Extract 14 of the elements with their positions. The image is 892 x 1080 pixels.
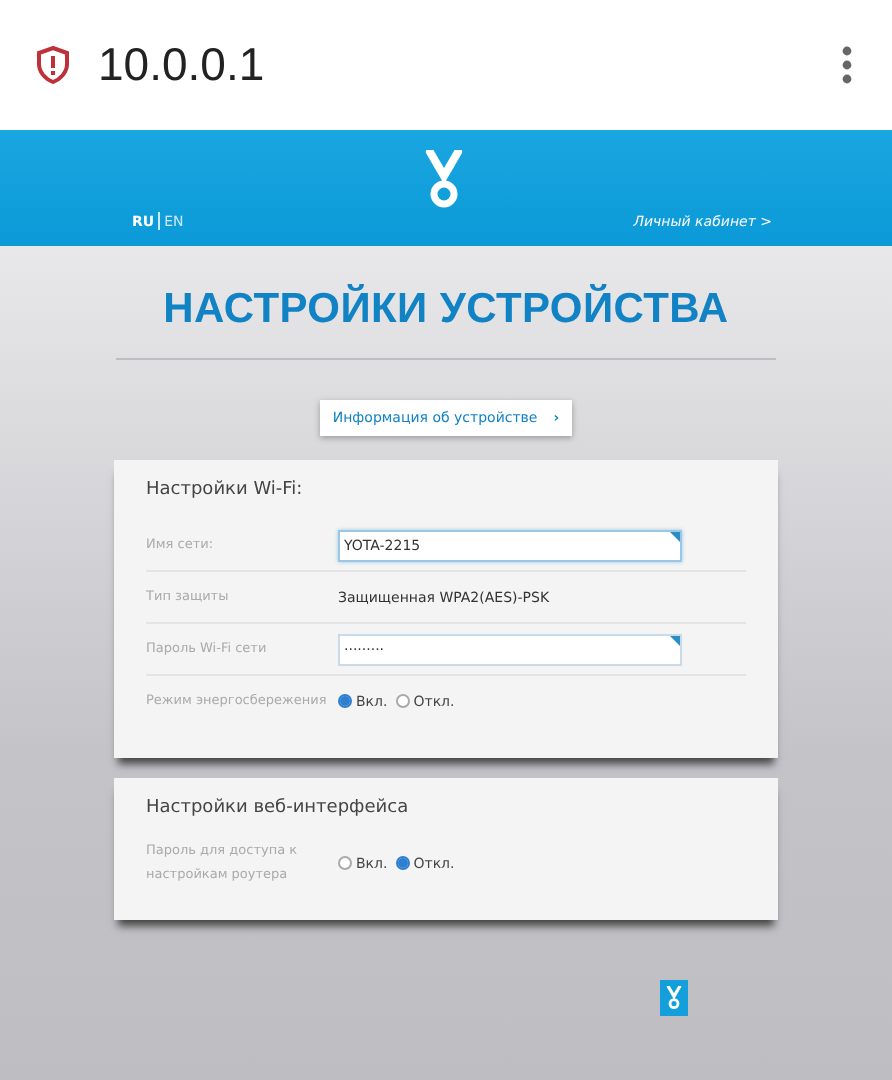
menu-icon[interactable] [842,46,852,84]
radio-button[interactable] [338,694,352,708]
url-text[interactable]: 10.0.0.1 [98,38,842,92]
radio-button[interactable] [395,856,410,870]
section-title: Настройки Wi-Fi: [146,480,305,500]
warning-shield-icon [36,46,70,84]
radio-button[interactable] [338,856,352,870]
logo-icon [424,150,464,208]
corner-marker-icon [670,531,680,541]
section-title: Настройки веб-интерфейса [146,798,411,818]
page-title: НАСТРОЙКИ УСТРОЙСТВА [163,286,729,334]
corner-marker-icon [670,635,680,645]
logo-icon [666,986,682,1010]
radio-button[interactable] [395,694,410,708]
